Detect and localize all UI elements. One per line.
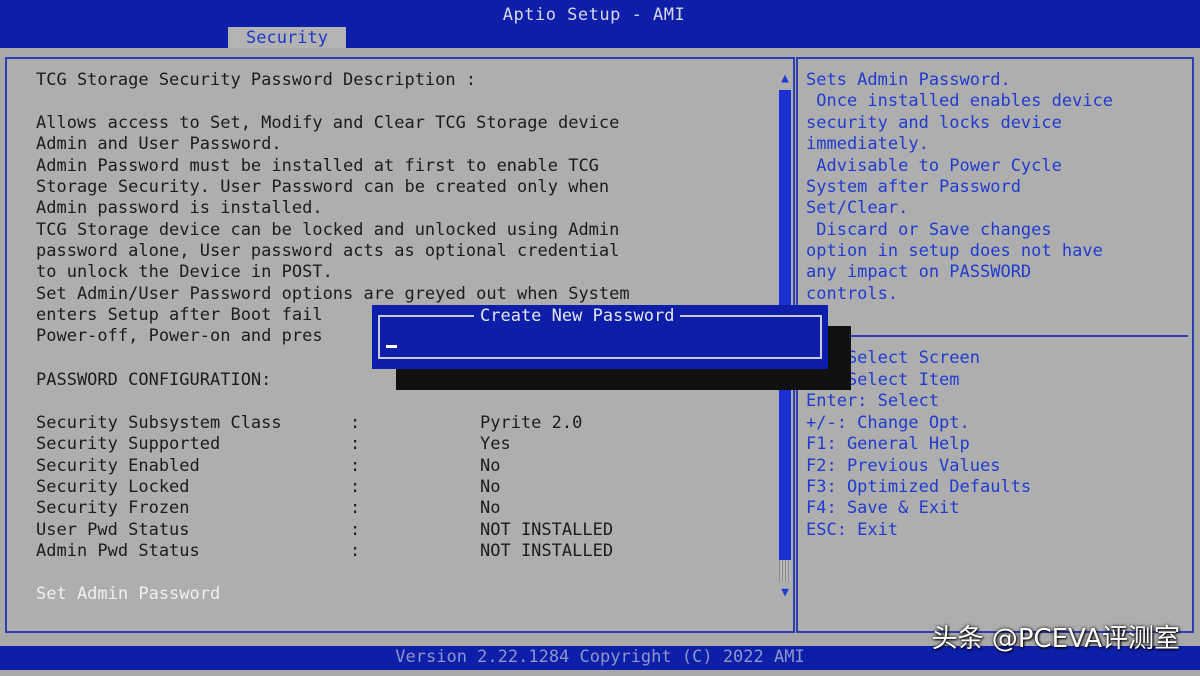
bios-setup-screen: Aptio Setup - AMI Security TCG Storage S… [0, 0, 1200, 676]
app-title: Aptio Setup - AMI [502, 5, 686, 25]
set-admin-password-item[interactable]: Set Admin Password [36, 584, 220, 605]
config-label: Security Supported [36, 434, 221, 454]
password-config-heading: PASSWORD CONFIGURATION: [36, 370, 272, 390]
help-line: any impact on PASSWORD [806, 262, 1032, 282]
key-help-enter: Enter: Select [806, 391, 940, 411]
help-line: option in setup does not have [806, 241, 1103, 261]
description-line: Set Admin/User Password options are grey… [36, 284, 630, 304]
description-line: Storage Security. User Password can be c… [36, 177, 610, 197]
config-separator: : [350, 477, 361, 497]
help-divider [800, 335, 1188, 337]
config-separator: : [350, 520, 361, 540]
tab-security[interactable]: Security [228, 27, 346, 48]
config-label: Security Locked [36, 477, 190, 497]
description-line: TCG Storage device can be locked and unl… [36, 220, 620, 240]
config-label: Security Enabled [36, 456, 200, 476]
key-help-f2: F2: Previous Values [806, 456, 1001, 476]
key-help-esc: ESC: Exit [806, 520, 899, 540]
text-caret [386, 345, 397, 348]
help-line: Discard or Save changes [806, 220, 1052, 240]
config-separator: : [350, 498, 361, 518]
config-value: Yes [480, 434, 511, 454]
dialog-title: Create New Password [474, 305, 681, 327]
config-label: User Pwd Status [36, 520, 190, 540]
config-value: No [480, 456, 501, 476]
config-label: Security Frozen [36, 498, 190, 518]
config-value: Pyrite 2.0 [480, 413, 583, 433]
config-value: NOT INSTALLED [480, 520, 614, 540]
help-line: System after Password [806, 177, 1021, 197]
scroll-up-arrow-icon[interactable]: ▲ [778, 72, 792, 86]
password-input[interactable] [384, 332, 814, 354]
description-title: TCG Storage Security Password Descriptio… [36, 70, 477, 90]
help-line: Advisable to Power Cycle [806, 156, 1062, 176]
description-line: Admin password is installed. [36, 198, 323, 218]
help-line: Sets Admin Password. [806, 70, 1011, 90]
config-label: Security Subsystem Class [36, 413, 282, 433]
description-line: Admin and User Password. [36, 134, 282, 154]
config-separator: : [350, 413, 361, 433]
help-line: Once installed enables device [806, 91, 1114, 111]
key-help-f4: F4: Save & Exit [806, 498, 960, 518]
scroll-down-arrow-icon[interactable]: ▼ [778, 586, 792, 600]
config-separator: : [350, 541, 361, 561]
description-line: enters Setup after Boot fail [36, 305, 323, 325]
description-line: Admin Password must be installed at firs… [36, 156, 599, 176]
key-help-change-opt: +/-: Change Opt. [806, 413, 970, 433]
help-line: controls. [806, 284, 899, 304]
scrollbar-remainder [779, 560, 791, 582]
description-line: password alone, User password acts as op… [36, 241, 620, 261]
watermark: 头条 @PCEVA评测室 [931, 624, 1180, 654]
key-help-f3: F3: Optimized Defaults [806, 477, 1032, 497]
config-separator: : [350, 434, 361, 454]
config-value: NOT INSTALLED [480, 541, 614, 561]
help-line: Set/Clear. [806, 198, 909, 218]
key-help-f1: F1: General Help [806, 434, 970, 454]
description-line: to unlock the Device in POST. [36, 262, 333, 282]
help-line: immediately. [806, 134, 929, 154]
config-value: No [480, 477, 501, 497]
description-line: Power-off, Power-on and pres [36, 326, 323, 346]
config-separator: : [350, 456, 361, 476]
config-value: No [480, 498, 501, 518]
config-label: Admin Pwd Status [36, 541, 200, 561]
description-line: Allows access to Set, Modify and Clear T… [36, 113, 620, 133]
help-line: security and locks device [806, 113, 1062, 133]
